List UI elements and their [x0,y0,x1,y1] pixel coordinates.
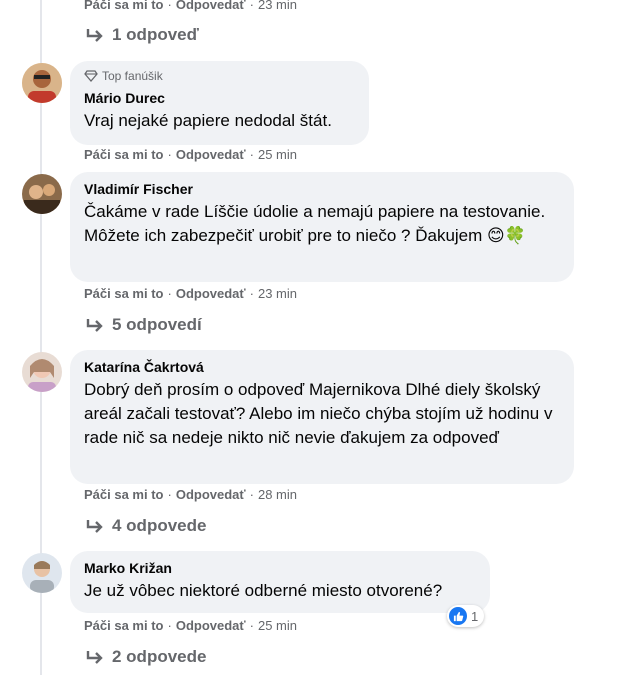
timestamp[interactable]: 28 min [258,487,297,502]
diamond-icon [84,70,98,82]
reply-arrow-icon [86,29,103,42]
reply-arrow-icon [86,319,103,332]
view-replies-button[interactable]: 1 odpoveď [86,25,199,45]
reaction-count: 1 [471,608,479,624]
like-icon [449,607,467,625]
avatar[interactable] [22,174,62,214]
comment-actions: Páči sa mi to · Odpovedať · 25 min [84,618,297,633]
comment-text: Dobrý deň prosím o odpoveď Majernikova D… [84,380,553,447]
like-link[interactable]: Páči sa mi to [84,286,163,301]
view-replies-button[interactable]: 4 odpovede [86,516,206,536]
reply-arrow-icon [86,651,103,664]
timestamp[interactable]: 25 min [258,147,297,162]
replies-label: 2 odpovede [112,647,207,666]
avatar[interactable] [22,352,62,392]
comment-actions: Páči sa mi to · Odpovedať · 25 min [84,147,297,162]
like-link[interactable]: Páči sa mi to [84,487,163,502]
like-link[interactable]: Páči sa mi to [84,0,163,12]
user-photo-icon [22,174,62,214]
comment-bubble: Top fanúšik Mário Durec Vraj nejaké papi… [70,61,369,145]
avatar[interactable] [22,63,62,103]
timestamp[interactable]: 25 min [258,618,297,633]
comment-bubble: Vladimír Fischer Čakáme v rade Líščie úd… [70,172,574,282]
reply-link[interactable]: Odpovedať [176,618,246,633]
comment-author[interactable]: Marko Križan [84,559,476,577]
comment-author[interactable]: Mário Durec [84,89,355,107]
comment-bubble: Marko Križan Je už vôbec niektoré odbern… [70,551,490,613]
user-photo-icon [22,553,62,593]
timestamp[interactable]: 23 min [258,286,297,301]
view-replies-button[interactable]: 5 odpovedí [86,315,202,335]
comment-actions: Páči sa mi to · Odpovedať · 23 min [84,0,297,12]
comment-text: Je už vôbec niektoré odberné miesto otvo… [84,581,443,600]
comment-bubble: Katarína Čakrtová Dobrý deň prosím o odp… [70,350,574,484]
like-link[interactable]: Páči sa mi to [84,147,163,162]
comment-author[interactable]: Katarína Čakrtová [84,358,560,376]
comment-actions: Páči sa mi to · Odpovedať · 23 min [84,286,297,301]
reply-arrow-icon [86,520,103,533]
user-photo-icon [22,352,62,392]
user-photo-icon [22,63,62,103]
comment-text: Vraj nejaké papiere nedodal štát. [84,111,332,130]
top-fan-badge[interactable]: Top fanúšik [84,69,355,83]
avatar[interactable] [22,553,62,593]
reply-link[interactable]: Odpovedať [176,147,246,162]
reply-link[interactable]: Odpovedať [176,286,246,301]
badge-label: Top fanúšik [102,69,163,83]
reply-link[interactable]: Odpovedať [176,487,246,502]
replies-label: 5 odpovedí [112,315,202,334]
replies-label: 4 odpovede [112,516,207,535]
comment-text: Čakáme v rade Líščie údolie a nemajú pap… [84,202,546,245]
replies-label: 1 odpoveď [112,25,199,44]
comment-actions: Páči sa mi to · Odpovedať · 28 min [84,487,297,502]
comment-author[interactable]: Vladimír Fischer [84,180,560,198]
reaction-summary[interactable]: 1 [447,605,485,627]
timestamp[interactable]: 23 min [258,0,297,12]
like-link[interactable]: Páči sa mi to [84,618,163,633]
reply-link[interactable]: Odpovedať [176,0,246,12]
view-replies-button[interactable]: 2 odpovede [86,647,206,667]
